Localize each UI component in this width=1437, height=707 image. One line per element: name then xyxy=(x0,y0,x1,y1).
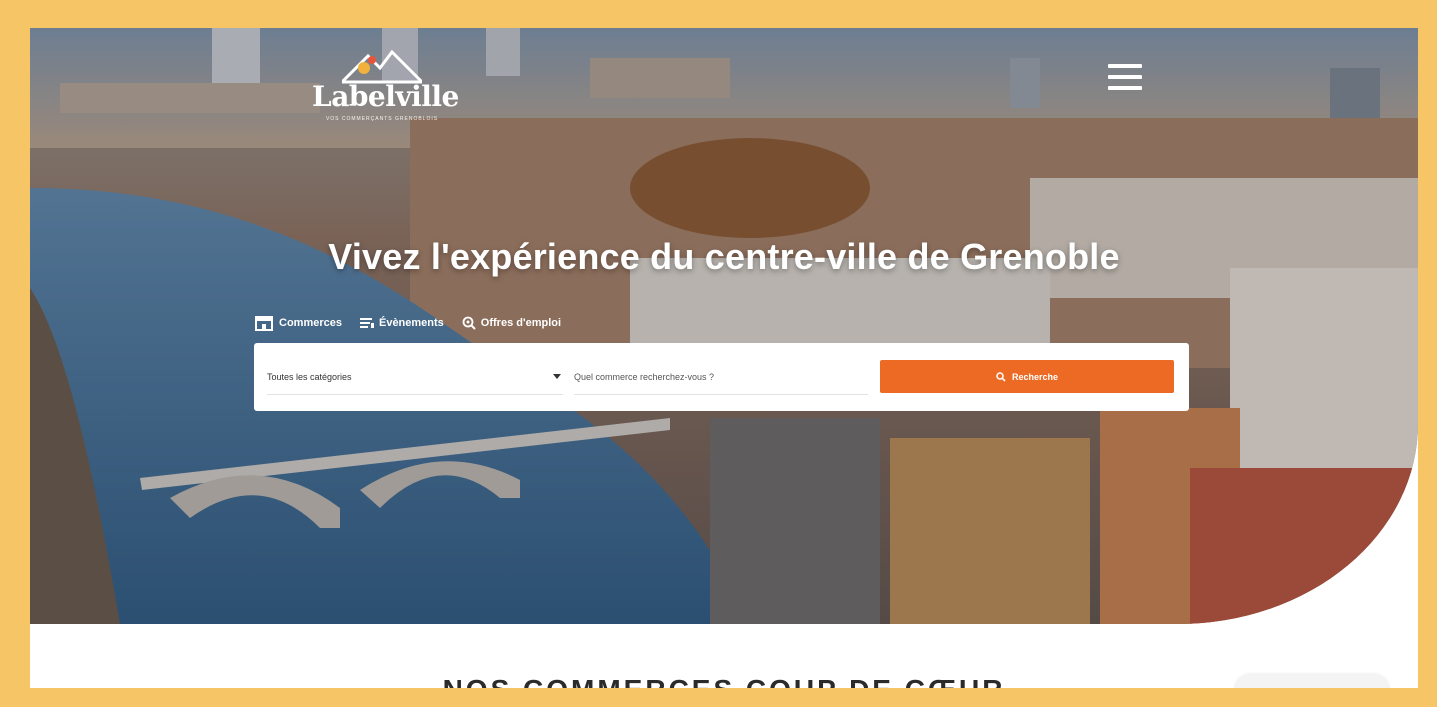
page-frame: Labelville VOS COMMERÇANTS GRENOBLOIS Vi… xyxy=(30,28,1418,688)
city-river-background xyxy=(30,28,1418,624)
menu-bar-icon xyxy=(1108,64,1142,68)
mountain-logo-icon xyxy=(342,49,422,84)
tab-commerces[interactable]: Commerces xyxy=(254,315,342,331)
tab-commerces-label: Commerces xyxy=(279,317,342,329)
category-select-value: Toutes les catégories xyxy=(267,372,352,382)
favorites-section-title: NOS COMMERCES COUP DE CŒUR xyxy=(30,674,1418,688)
category-select[interactable]: Toutes les catégories xyxy=(267,360,563,395)
storefront-icon xyxy=(255,316,273,331)
hero-banner: Labelville VOS COMMERÇANTS GRENOBLOIS Vi… xyxy=(30,28,1418,624)
brand-logo[interactable]: Labelville VOS COMMERÇANTS GRENOBLOIS xyxy=(312,48,459,128)
search-button-label: Recherche xyxy=(1011,371,1059,382)
brand-tagline: VOS COMMERÇANTS GRENOBLOIS xyxy=(325,116,439,122)
hero-headline: Vivez l'expérience du centre-ville de Gr… xyxy=(328,236,1120,277)
commerce-search-placeholder: Quel commerce recherchez-vous ? xyxy=(574,372,715,382)
tab-evenements[interactable]: Évènements xyxy=(359,317,444,329)
menu-bar-icon xyxy=(1108,75,1142,79)
floating-widget[interactable] xyxy=(1236,674,1388,688)
tab-evenements-label: Évènements xyxy=(378,317,444,329)
search-tabs: Commerces Évènements Offres d'emploi xyxy=(254,314,561,332)
commerce-search-input[interactable]: Quel commerce recherchez-vous ? xyxy=(574,360,868,395)
brand-name: Labelville xyxy=(312,80,459,113)
tab-offres-emploi[interactable]: Offres d'emploi xyxy=(462,316,561,330)
menu-bar-icon xyxy=(1108,86,1142,90)
hamburger-menu-button[interactable] xyxy=(1108,64,1142,96)
tab-offres-emploi-label: Offres d'emploi xyxy=(480,317,562,329)
search-button[interactable]: Recherche xyxy=(880,360,1174,393)
job-search-icon xyxy=(462,316,476,330)
search-icon xyxy=(996,371,1006,382)
chevron-down-icon xyxy=(553,374,561,379)
search-panel: Toutes les catégories Quel commerce rech… xyxy=(254,343,1189,411)
events-list-icon xyxy=(359,318,374,328)
